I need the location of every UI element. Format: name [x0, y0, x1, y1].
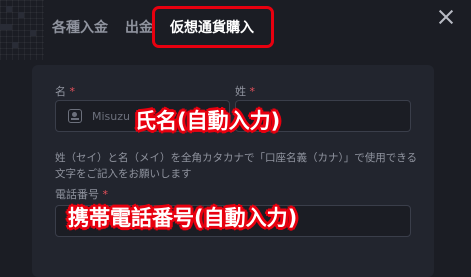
tab-highlight-box [152, 6, 274, 48]
close-icon[interactable] [437, 8, 455, 26]
phone-autofill-callout: 携帯電話番号(自動入力) [68, 206, 298, 230]
tab-deposit[interactable]: 各種入金 [52, 17, 108, 37]
name-hint: 姓（セイ）と名（メイ）を全角カタカナで「口座名義（カナ）」で使用できる文字をご記… [55, 152, 418, 180]
pixel-decoration [0, 0, 44, 60]
tab-withdraw[interactable]: 出金 [125, 17, 153, 37]
name-autofill-callout: 氏名(自動入力) [135, 109, 281, 133]
last-name-value: Misuzu [92, 110, 130, 123]
phone-label: 電話番号 * [55, 188, 108, 201]
first-name-label: 姓 * [235, 85, 255, 98]
last-name-label: 名 * [55, 85, 75, 98]
id-card-icon [68, 109, 82, 123]
deposit-modal: 各種入金 出金 仮想通貨購入 名 * 姓 * Misuzu 姓（セイ）と名（メイ… [0, 0, 471, 277]
